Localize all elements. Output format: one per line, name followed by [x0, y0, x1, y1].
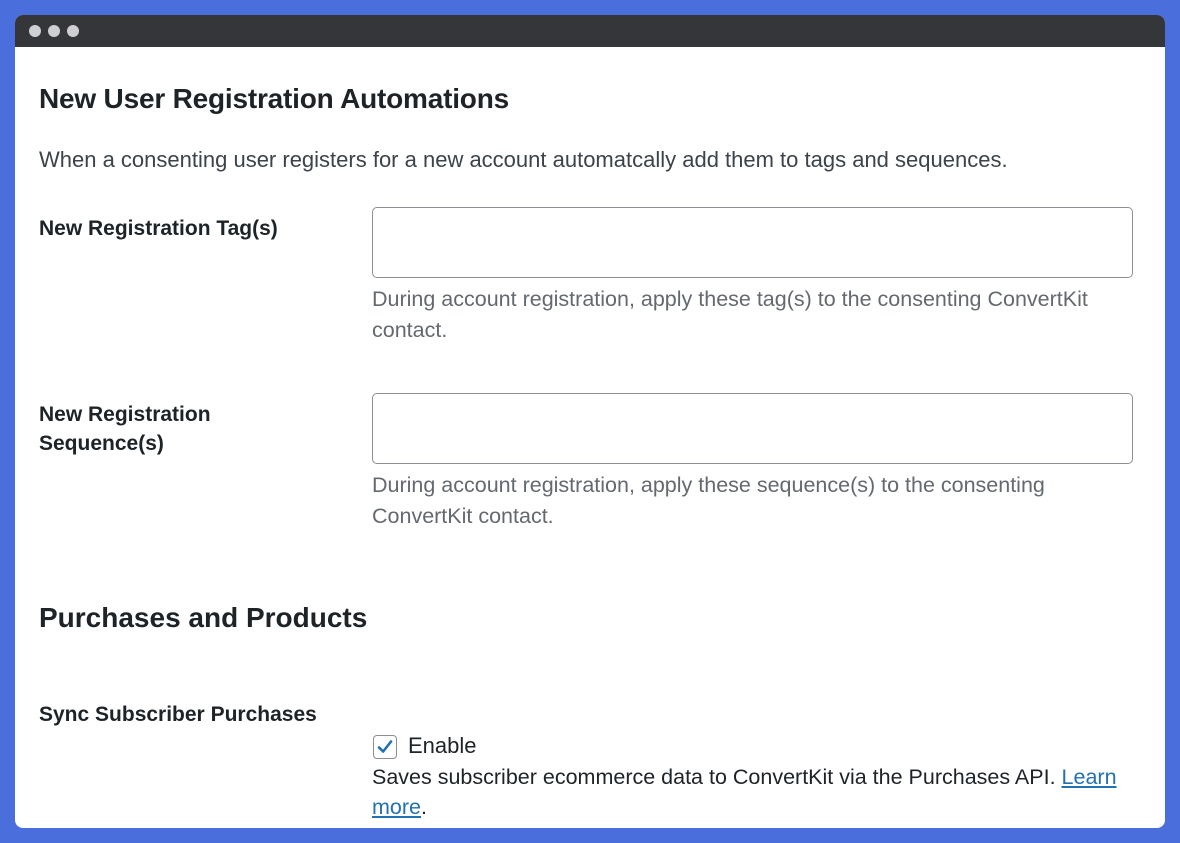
sync-description-period: .	[420, 795, 427, 819]
app-window: New User Registration Automations When a…	[15, 15, 1165, 828]
purchases-heading: Purchases and Products	[39, 602, 368, 633]
registration-tags-input[interactable]	[372, 207, 1133, 278]
sync-description: Saves subscriber ecommerce data to Conve…	[372, 762, 1132, 822]
enable-label[interactable]: Enable	[408, 733, 477, 759]
registration-heading: New User Registration Automations	[39, 83, 509, 114]
registration-sequences-input[interactable]	[372, 393, 1133, 464]
minimize-window-dot[interactable]	[48, 25, 60, 37]
sync-purchases-label: Sync Subscriber Purchases	[39, 703, 317, 726]
checkmark-icon	[377, 740, 393, 753]
close-window-dot[interactable]	[29, 25, 41, 37]
registration-intro: When a consenting user registers for a n…	[39, 147, 1008, 172]
sync-description-text: Saves subscriber ecommerce data to Conve…	[372, 765, 1056, 789]
settings-content: New User Registration Automations When a…	[15, 47, 1165, 828]
maximize-window-dot[interactable]	[67, 25, 79, 37]
window-titlebar	[15, 15, 1165, 47]
sequences-label: New Registration Sequence(s)	[39, 403, 211, 455]
enable-sync-checkbox[interactable]	[373, 735, 397, 759]
tags-label: New Registration Tag(s)	[39, 217, 278, 240]
sequences-description: During account registration, apply these…	[372, 473, 1045, 528]
tags-description: During account registration, apply these…	[372, 287, 1088, 342]
